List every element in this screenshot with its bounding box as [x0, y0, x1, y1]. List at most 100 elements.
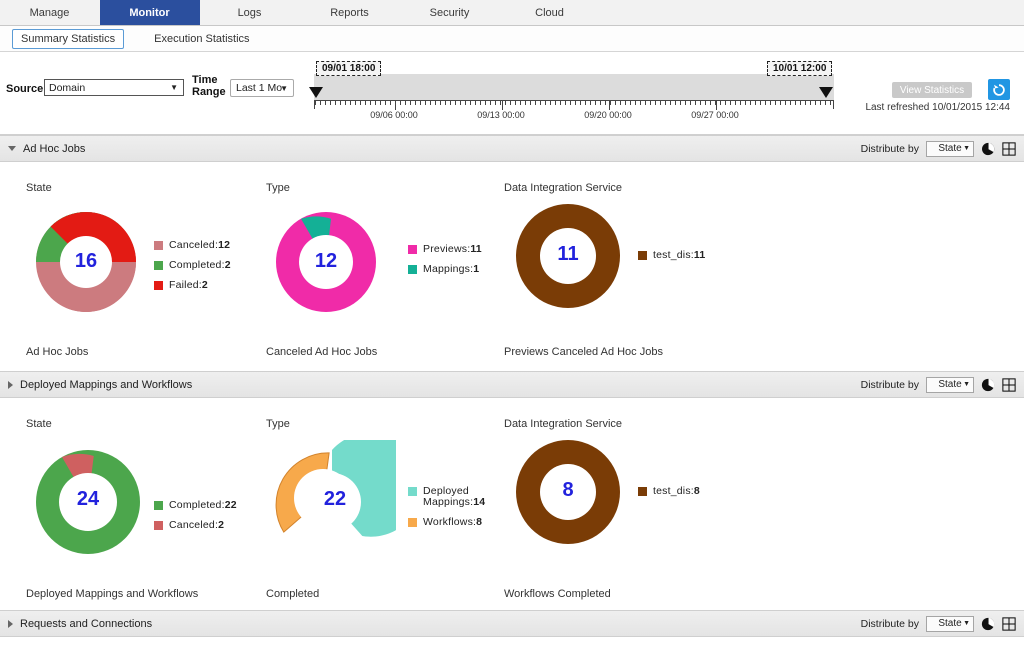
distribute-by-controls: Distribute by State ▼ — [861, 136, 1016, 161]
distribute-by-select[interactable]: State ▼ — [926, 615, 974, 632]
time-range-slider[interactable]: 09/01 18:00 10/01 12:00 09/06 00:00 09/1… — [308, 61, 836, 125]
section-header-ad-hoc-jobs[interactable]: Ad Hoc Jobs Distribute by State ▼ — [0, 135, 1024, 162]
timeline-end-flag[interactable]: 10/01 12:00 — [767, 61, 833, 76]
legend-swatch — [638, 251, 647, 260]
pie-chart-view-button[interactable] — [981, 142, 995, 156]
chart-legend: Completed:22 Canceled:2 — [154, 500, 237, 531]
chart-panel-deployed-dis: Data Integration Service 8 test_dis:8 Wo… — [504, 418, 804, 608]
legend-label: test_dis:8 — [653, 485, 700, 497]
distribute-by-select[interactable]: State ▼ — [926, 140, 974, 157]
time-range-select-value: Last 1 Mo — [236, 82, 283, 94]
chevron-down-icon: ▼ — [963, 620, 970, 627]
legend-label: Completed:2 — [169, 259, 231, 271]
pie-chart-icon — [981, 378, 995, 391]
tab-reports[interactable]: Reports — [300, 0, 400, 25]
legend-item[interactable]: Completed:2 — [154, 260, 231, 271]
tab-monitor[interactable]: Monitor — [100, 0, 200, 25]
chart-panel-deployed-type: Type 22 Deployed Mappings:14 Workflows:8… — [266, 418, 506, 608]
subtab-summary-statistics[interactable]: Summary Statistics — [12, 28, 125, 49]
donut-chart[interactable]: 24 — [26, 440, 150, 567]
grid-view-button[interactable] — [1002, 616, 1016, 631]
donut-chart[interactable]: 22 — [266, 432, 423, 573]
tab-manage[interactable]: Manage — [0, 0, 100, 25]
caret-right-icon[interactable] — [8, 380, 13, 389]
legend-item[interactable]: test_dis:11 — [638, 250, 705, 261]
chart-footer-label: Canceled Ad Hoc Jobs — [266, 346, 378, 358]
legend-item[interactable]: Previews:11 — [408, 244, 482, 255]
legend-item[interactable]: Completed:22 — [154, 500, 237, 511]
distribute-by-controls: Distribute by State ▼ — [861, 372, 1016, 397]
timeline-start-handle[interactable] — [309, 87, 323, 98]
pie-chart-icon — [981, 142, 995, 155]
grid-view-icon — [1002, 141, 1016, 156]
section-body-ad-hoc-jobs: State 16 Canceled:12 Completed:2 Failed:… — [0, 162, 1024, 371]
legend-item[interactable]: Deployed Mappings:14 — [408, 486, 497, 508]
tab-reports-label: Reports — [330, 6, 369, 19]
tab-security-label: Security — [429, 6, 470, 19]
distribute-by-label: Distribute by — [860, 142, 919, 155]
chart-footer-label: Ad Hoc Jobs — [26, 346, 89, 358]
pie-chart-view-button[interactable] — [981, 378, 995, 392]
section-header-requests-and-connections[interactable]: Requests and Connections Distribute by S… — [0, 610, 1024, 637]
donut-chart[interactable]: 16 — [26, 202, 146, 325]
subtab-execution-statistics[interactable]: Execution Statistics — [146, 30, 257, 48]
refresh-icon — [993, 83, 1005, 96]
refresh-button[interactable] — [988, 79, 1010, 100]
chart-panel-ad-hoc-dis: Data Integration Service 11 test_dis:11 … — [504, 182, 804, 367]
chart-panel-ad-hoc-type: Type 12 Previews:11 Mappings:1 Canceled … — [266, 182, 506, 367]
legend-label: Workflows:8 — [423, 516, 483, 528]
tab-security[interactable]: Security — [400, 0, 500, 25]
donut-chart[interactable]: 12 — [266, 202, 386, 325]
tab-cloud[interactable]: Cloud — [500, 0, 600, 25]
legend-item[interactable]: Mappings:1 — [408, 264, 482, 275]
view-statistics-button[interactable]: View Statistics — [892, 82, 972, 98]
distribute-by-label: Distribute by — [860, 617, 919, 630]
source-select[interactable]: Domain ▼ — [44, 79, 184, 96]
time-range-label: Time Range — [192, 74, 226, 98]
chevron-down-icon: ▼ — [963, 381, 970, 388]
chart-footer-label: Deployed Mappings and Workflows — [26, 588, 199, 600]
legend-item[interactable]: test_dis:8 — [638, 486, 700, 497]
pie-chart-view-button[interactable] — [981, 617, 995, 631]
caret-right-icon[interactable] — [8, 619, 13, 628]
timeline-tick-label: 09/20 00:00 — [584, 110, 632, 120]
last-refreshed-text: Last refreshed 10/01/2015 12:44 — [865, 102, 1010, 113]
legend-label: Canceled:2 — [169, 519, 225, 531]
time-range-select[interactable]: Last 1 Mo ▼ — [230, 79, 294, 97]
distribute-by-controls: Distribute by State ▼ — [861, 611, 1016, 636]
legend-item[interactable]: Canceled:12 — [154, 240, 231, 251]
donut-center-value: 16 — [74, 250, 98, 272]
grid-view-button[interactable] — [1002, 377, 1016, 392]
section-title: Deployed Mappings and Workflows — [20, 378, 193, 391]
grid-view-icon — [1002, 616, 1016, 631]
chevron-down-icon: ▼ — [170, 83, 178, 92]
subtab-summary-statistics-label: Summary Statistics — [21, 32, 116, 45]
caret-down-icon[interactable] — [8, 146, 16, 151]
legend-label: Mappings:1 — [423, 263, 480, 275]
tab-logs-label: Logs — [237, 6, 262, 19]
chart-column-title: Data Integration Service — [504, 182, 623, 194]
donut-center-value: 12 — [314, 250, 338, 272]
time-range-label-line2: Range — [192, 86, 226, 98]
donut-chart[interactable]: 11 — [510, 198, 626, 317]
chart-legend: Previews:11 Mappings:1 — [408, 244, 482, 275]
chart-footer-label: Previews Canceled Ad Hoc Jobs — [504, 346, 663, 358]
donut-chart[interactable]: 8 — [510, 434, 626, 553]
legend-swatch — [408, 487, 417, 496]
chart-column-title: State — [26, 418, 52, 430]
tab-logs[interactable]: Logs — [200, 0, 300, 25]
timeline-start-flag[interactable]: 09/01 18:00 — [316, 61, 382, 76]
legend-item[interactable]: Canceled:2 — [154, 520, 237, 531]
legend-item[interactable]: Failed:2 — [154, 280, 231, 291]
pie-chart-icon — [981, 617, 995, 630]
timeline-end-handle[interactable] — [819, 87, 833, 98]
section-header-deployed-mappings-and-workflows[interactable]: Deployed Mappings and Workflows Distribu… — [0, 371, 1024, 398]
chart-legend: Canceled:12 Completed:2 Failed:2 — [154, 240, 231, 291]
legend-label: Failed:2 — [169, 279, 208, 291]
legend-swatch — [154, 521, 163, 530]
chart-column-title: State — [26, 182, 52, 194]
timeline-tick-label: 09/13 00:00 — [477, 110, 525, 120]
legend-item[interactable]: Workflows:8 — [408, 517, 497, 528]
grid-view-button[interactable] — [1002, 141, 1016, 156]
distribute-by-select[interactable]: State ▼ — [926, 376, 974, 393]
